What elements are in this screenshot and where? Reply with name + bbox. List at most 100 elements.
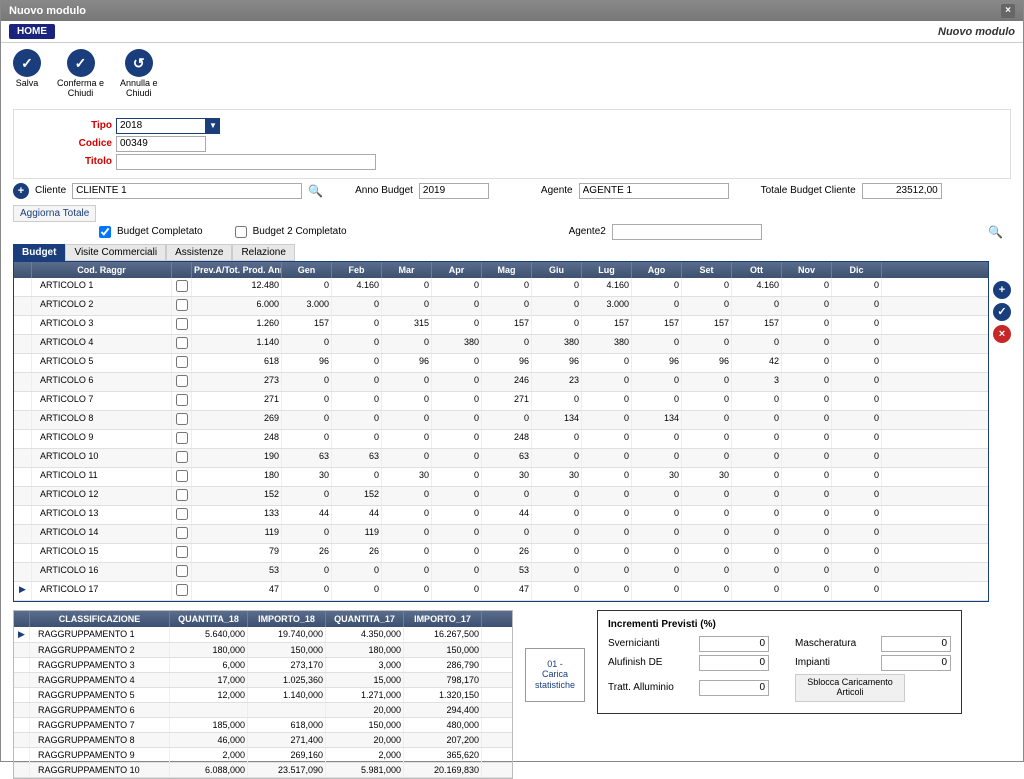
row-checkbox[interactable] <box>176 356 188 368</box>
table-row[interactable]: ARTICOLO 13133444400440000000 <box>14 506 988 525</box>
col-header[interactable]: Set <box>682 262 732 278</box>
grid-confirm-button[interactable]: ✓ <box>993 303 1011 321</box>
sblocca-button[interactable]: Sblocca Caricamento Articoli <box>795 674 905 702</box>
table-row[interactable]: ARTICOLO 41.140000380038038000000 <box>14 335 988 354</box>
table-row[interactable]: RAGGRUPPAMENTO 7185,000618,000150,000480… <box>14 718 512 733</box>
col-header[interactable]: Mar <box>382 262 432 278</box>
col-header[interactable]: Giu <box>532 262 582 278</box>
budget-grid[interactable]: Cod. RaggrPrev.A/Tot. Prod. AnnuGenFebMa… <box>13 261 989 602</box>
search-cliente-icon[interactable]: 🔍 <box>308 184 323 198</box>
table-row[interactable]: ARTICOLO 1579262600260000000 <box>14 544 988 563</box>
row-checkbox[interactable] <box>176 318 188 330</box>
table-row[interactable]: RAGGRUPPAMENTO 106.088,00023.517,0905.98… <box>14 763 512 778</box>
table-row[interactable]: RAGGRUPPAMENTO 36,000273,1703,000286,790 <box>14 658 512 673</box>
table-row[interactable]: ARTICOLO 112.48004.16000004.160004.16000 <box>14 278 988 297</box>
row-checkbox[interactable] <box>176 432 188 444</box>
col-header[interactable]: Lug <box>582 262 632 278</box>
row-checkbox[interactable] <box>176 413 188 425</box>
row-checkbox[interactable] <box>176 470 188 482</box>
row-checkbox[interactable] <box>176 565 188 577</box>
alufinish-input[interactable] <box>699 655 769 671</box>
cliente-input[interactable] <box>72 183 302 199</box>
col-header[interactable]: Nov <box>782 262 832 278</box>
row-checkbox[interactable] <box>176 584 188 596</box>
save-button[interactable]: ✓ Salva <box>13 49 41 99</box>
home-tab[interactable]: HOME <box>9 24 55 39</box>
table-row[interactable]: ARTICOLO 1411901190000000000 <box>14 525 988 544</box>
col-header[interactable]: Apr <box>432 262 482 278</box>
col-header[interactable]: Ott <box>732 262 782 278</box>
svernicianti-input[interactable] <box>699 636 769 652</box>
titolo-input[interactable] <box>116 154 376 170</box>
table-row[interactable]: RAGGRUPPAMENTO 512,0001.140,0001.271,000… <box>14 688 512 703</box>
budget-completato-checkbox[interactable] <box>99 226 111 238</box>
tab-relazione[interactable]: Relazione <box>232 244 294 261</box>
budget2-completato-checkbox[interactable] <box>235 226 247 238</box>
table-row[interactable]: RAGGRUPPAMENTO 620,000294,400 <box>14 703 512 718</box>
row-checkbox[interactable] <box>176 508 188 520</box>
row-checkbox[interactable] <box>176 527 188 539</box>
table-row[interactable]: ARTICOLO 82690000013401340000 <box>14 411 988 430</box>
col-header[interactable]: Prev.A/Tot. Prod. Annu <box>192 262 282 278</box>
row-checkbox[interactable] <box>176 280 188 292</box>
cancel-close-button[interactable]: ↺ Annulla e Chiudi <box>120 49 158 99</box>
table-row[interactable]: ARTICOLO 6273000024623000300 <box>14 373 988 392</box>
table-row[interactable]: RAGGRUPPAMENTO 2180,000150,000180,000150… <box>14 643 512 658</box>
agente2-input[interactable] <box>612 224 762 240</box>
col-header[interactable]: Mag <box>482 262 532 278</box>
table-row[interactable]: ARTICOLO 11180300300303003030000 <box>14 468 988 487</box>
chevron-down-icon[interactable]: ▼ <box>206 118 220 134</box>
codice-input[interactable] <box>116 136 206 152</box>
table-row[interactable]: ARTICOLO 26.0003.000000003.00000000 <box>14 297 988 316</box>
search-right-icon[interactable]: 🔍 <box>988 225 1003 239</box>
table-row[interactable]: ARTICOLO 924800002480000000 <box>14 430 988 449</box>
tab-assistenze[interactable]: Assistenze <box>166 244 232 261</box>
table-row[interactable]: RAGGRUPPAMENTO 846,000271,40020,000207,2… <box>14 733 512 748</box>
aggiorna-totale-button[interactable]: Aggiorna Totale <box>13 205 96 222</box>
col-header[interactable]: CLASSIFICAZIONE <box>30 611 170 627</box>
row-checkbox[interactable] <box>176 546 188 558</box>
grid-delete-button[interactable]: × <box>993 325 1011 343</box>
row-checkbox[interactable] <box>176 394 188 406</box>
tab-budget[interactable]: Budget <box>13 244 65 261</box>
row-checkbox[interactable] <box>176 337 188 349</box>
confirm-close-button[interactable]: ✓ Conferma e Chiudi <box>57 49 104 99</box>
col-header[interactable] <box>172 262 192 278</box>
table-row[interactable]: ARTICOLO 56189609609696096964200 <box>14 354 988 373</box>
row-checkbox[interactable] <box>176 489 188 501</box>
table-row[interactable]: ▶ARTICOLO 17470000470000000 <box>14 582 988 601</box>
row-checkbox[interactable] <box>176 299 188 311</box>
table-row[interactable]: ARTICOLO 16530000530000000 <box>14 563 988 582</box>
tratt-input[interactable] <box>699 680 769 696</box>
col-header[interactable]: Gen <box>282 262 332 278</box>
grid-add-button[interactable]: + <box>993 281 1011 299</box>
tab-visite[interactable]: Visite Commerciali <box>65 244 166 261</box>
table-row[interactable]: ARTICOLO 10190636300630000000 <box>14 449 988 468</box>
col-header[interactable]: Feb <box>332 262 382 278</box>
close-icon[interactable]: × <box>1001 4 1015 18</box>
add-cliente-button[interactable]: + <box>13 183 29 199</box>
col-header[interactable]: Ago <box>632 262 682 278</box>
tipo-select[interactable] <box>116 118 206 134</box>
col-header[interactable] <box>14 611 30 627</box>
anno-input[interactable] <box>419 183 489 199</box>
col-header[interactable]: Cod. Raggr <box>32 262 172 278</box>
mascheratura-input[interactable] <box>881 636 951 652</box>
col-header[interactable]: IMPORTO_17 <box>404 611 482 627</box>
col-header[interactable]: QUANTITA_17 <box>326 611 404 627</box>
classificazione-grid[interactable]: CLASSIFICAZIONEQUANTITA_18IMPORTO_18QUAN… <box>13 610 513 779</box>
table-row[interactable]: RAGGRUPPAMENTO 417,0001.025,36015,000798… <box>14 673 512 688</box>
table-row[interactable]: ARTICOLO 31.2601570315015701571571571570… <box>14 316 988 335</box>
table-row[interactable]: ARTICOLO 1215201520000000000 <box>14 487 988 506</box>
col-header[interactable] <box>14 262 32 278</box>
row-checkbox[interactable] <box>176 375 188 387</box>
carica-statistiche-button[interactable]: 01 - Carica statistiche <box>525 648 585 702</box>
row-checkbox[interactable] <box>176 451 188 463</box>
col-header[interactable]: Dic <box>832 262 882 278</box>
table-row[interactable]: RAGGRUPPAMENTO 92,000269,1602,000365,620 <box>14 748 512 763</box>
col-header[interactable]: IMPORTO_18 <box>248 611 326 627</box>
table-row[interactable]: ▶RAGGRUPPAMENTO 15.640,00019.740,0004.35… <box>14 627 512 643</box>
impianti-input[interactable] <box>881 655 951 671</box>
table-row[interactable]: ARTICOLO 727100002710000000 <box>14 392 988 411</box>
col-header[interactable]: QUANTITA_18 <box>170 611 248 627</box>
